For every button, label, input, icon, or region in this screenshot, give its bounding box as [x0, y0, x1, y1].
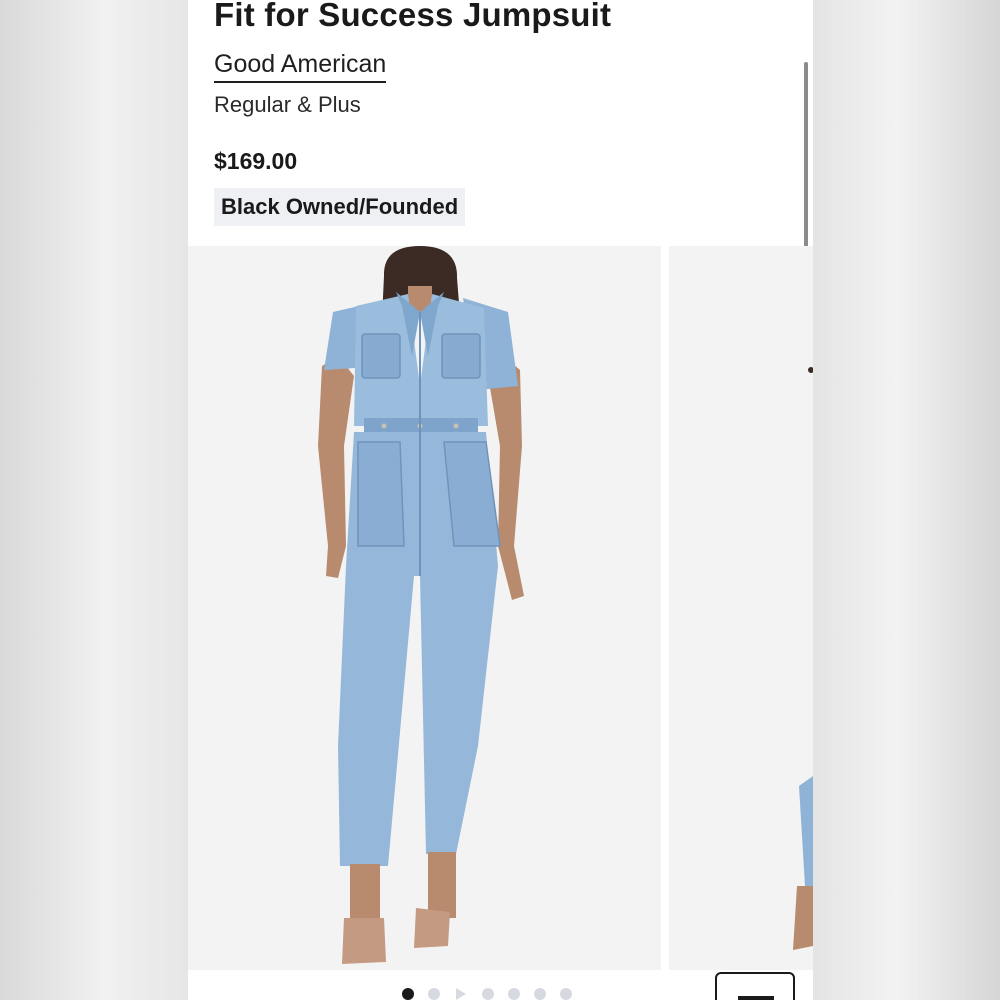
jumpsuit-next-image [793, 367, 813, 950]
product-image-carousel[interactable] [188, 246, 813, 970]
product-page: Fit for Success Jumpsuit Good American R… [188, 0, 813, 1000]
menu-button[interactable] [715, 972, 795, 1000]
brand-link[interactable]: Good American [214, 50, 387, 83]
video-play-icon[interactable] [456, 988, 466, 1000]
product-image-main[interactable] [188, 246, 661, 970]
carousel-dot-6[interactable] [534, 988, 546, 1000]
blurred-backdrop-right [813, 0, 1000, 1000]
menu-icon [738, 996, 774, 1000]
product-price: $169.00 [214, 148, 298, 174]
blurred-backdrop-left [0, 0, 188, 1000]
product-image-next[interactable] [669, 246, 813, 970]
carousel-dot-4[interactable] [482, 988, 494, 1000]
product-title: Fit for Success Jumpsuit [214, 0, 612, 33]
carousel-dot-2[interactable] [428, 988, 440, 1000]
jumpsuit-model-image [318, 246, 524, 964]
carousel-dot-7[interactable] [560, 988, 572, 1000]
black-owned-badge: Black Owned/Founded [214, 188, 466, 226]
carousel-dot-5[interactable] [508, 988, 520, 1000]
carousel-dot-1[interactable] [402, 988, 414, 1000]
size-range-label: Regular & Plus [214, 92, 361, 117]
